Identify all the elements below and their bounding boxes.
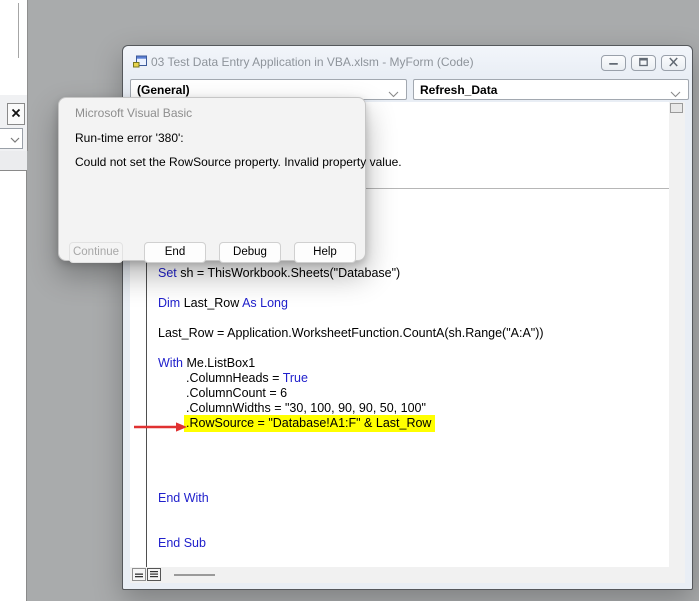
form-icon [133, 55, 147, 73]
code-line: .ColumnWidths = "30, 100, 90, 90, 50, 10… [186, 401, 426, 415]
close-button[interactable] [7, 103, 25, 125]
annotation-arrow-icon [131, 420, 189, 439]
minimize-button[interactable] [601, 55, 626, 71]
code-line: .RowSource = "Database!A1:F" & Last_Row [184, 415, 436, 432]
code-line: .ColumnCount = 6 [186, 386, 288, 400]
code-line: Dim Last_Row As Long [158, 296, 288, 310]
procedure-view-icon [134, 566, 144, 584]
error-code-text: Run-time error '380': [75, 131, 184, 145]
end-button[interactable]: End [144, 242, 206, 263]
minimize-icon [607, 54, 620, 72]
background-left-panel [0, 0, 28, 95]
chevron-down-icon [388, 87, 399, 101]
chevron-down-icon [10, 130, 20, 148]
code-line: End With [158, 491, 209, 505]
background-scrollbar-line [18, 3, 19, 58]
horizontal-scrollbar-thumb[interactable] [174, 574, 215, 576]
procedure-dropdown-value: Refresh_Data [420, 82, 498, 97]
vertical-scrollbar-thumb[interactable] [670, 103, 683, 113]
background-gap [0, 151, 27, 170]
window-close-button[interactable] [661, 55, 686, 71]
window-titlebar[interactable]: 03 Test Data Entry Application in VBA.xl… [123, 46, 692, 77]
runtime-error-dialog: Microsoft Visual Basic Run-time error '3… [58, 97, 402, 263]
debug-button[interactable]: Debug [219, 242, 281, 263]
restore-icon [637, 54, 650, 72]
full-module-view-button[interactable] [147, 568, 161, 581]
procedure-dropdown[interactable]: Refresh_Data [413, 79, 689, 100]
desktop-background: 03 Test Data Entry Application in VBA.xl… [0, 0, 699, 601]
chevron-down-icon [670, 87, 681, 101]
window-title: 03 Test Data Entry Application in VBA.xl… [151, 55, 474, 69]
close-icon [668, 54, 679, 72]
code-line: Set sh = ThisWorkbook.Sheets("Database") [158, 266, 401, 280]
background-dropdown[interactable] [0, 128, 23, 149]
dialog-title: Microsoft Visual Basic [75, 106, 193, 120]
code-line: .ColumnHeads = True [186, 371, 308, 385]
error-message-text: Could not set the RowSource property. In… [75, 155, 402, 169]
procedure-view-button[interactable] [132, 568, 146, 581]
code-line: Last_Row = Application.WorksheetFunction… [158, 326, 544, 340]
object-dropdown-value: (General) [137, 82, 190, 97]
restore-button[interactable] [631, 55, 656, 71]
help-button[interactable]: Help [294, 242, 356, 263]
continue-button: Continue [69, 242, 123, 263]
code-line: With Me.ListBox1 [158, 356, 256, 370]
background-lower-panel [0, 170, 27, 601]
full-module-view-icon [149, 566, 159, 584]
close-icon [11, 105, 21, 123]
code-line: End Sub [158, 536, 206, 550]
vertical-scrollbar[interactable] [669, 102, 685, 567]
